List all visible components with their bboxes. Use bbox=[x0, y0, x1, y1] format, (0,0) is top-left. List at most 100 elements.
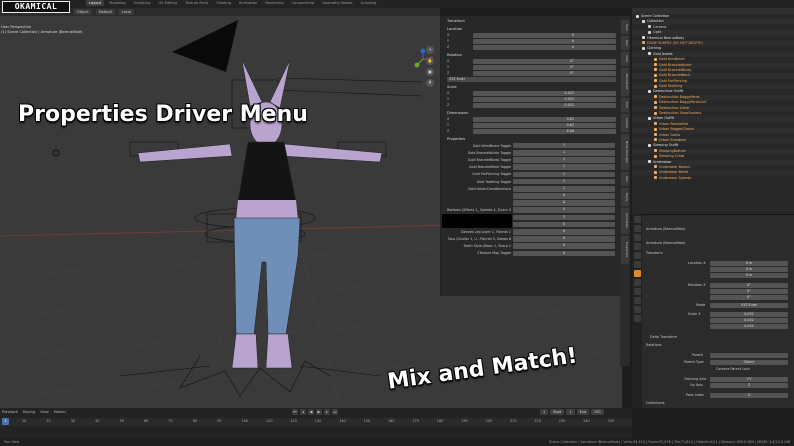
scale-field[interactable]: 0.032 bbox=[473, 102, 616, 108]
prop-parent-type[interactable]: Object bbox=[710, 360, 788, 365]
playhead[interactable]: 1 bbox=[2, 418, 9, 425]
sidebar-tab[interactable]: View bbox=[621, 52, 629, 66]
dimensions-field[interactable]: 0.67 bbox=[473, 122, 616, 128]
output-icon[interactable] bbox=[633, 234, 641, 241]
view-layer-icon[interactable] bbox=[633, 243, 641, 250]
custom-property-value[interactable]: 3 bbox=[513, 214, 615, 221]
dimensions-field[interactable]: 4.81 bbox=[473, 116, 616, 122]
prop-rotation-y[interactable]: 0° bbox=[710, 289, 788, 294]
render-icon[interactable] bbox=[633, 225, 641, 232]
rotation-field[interactable]: 0° bbox=[473, 64, 616, 70]
prop-location-x[interactable]: 0 m bbox=[710, 261, 788, 266]
start-frame-field[interactable]: 1 bbox=[566, 409, 575, 415]
prev-key-icon[interactable]: ◂ bbox=[300, 409, 306, 415]
custom-property-value[interactable]: 1 bbox=[513, 157, 615, 163]
custom-property-value[interactable]: 0 bbox=[513, 229, 615, 235]
custom-property-value[interactable]: 0 bbox=[513, 200, 615, 206]
sidebar-tab[interactable]: Tool bbox=[621, 36, 629, 50]
custom-property-value[interactable]: 1 bbox=[513, 142, 615, 149]
scale-field[interactable]: 0.032 bbox=[473, 90, 616, 96]
data-name-field[interactable]: Armature (BeerusMale) bbox=[646, 241, 685, 245]
physics-icon[interactable] bbox=[633, 288, 641, 295]
workspace-tab[interactable]: Modeling bbox=[106, 0, 128, 6]
hand-icon[interactable]: ✋ bbox=[426, 57, 434, 65]
prop-scale-y[interactable]: 0.032 bbox=[710, 318, 788, 323]
custom-property-value[interactable]: 0 bbox=[513, 236, 615, 242]
workspace-tab[interactable]: Scripting bbox=[357, 0, 379, 6]
rotation-field[interactable]: 0° bbox=[473, 70, 616, 76]
end-frame-field[interactable]: 250 bbox=[591, 409, 604, 415]
custom-property-value[interactable]: 1 bbox=[513, 149, 615, 156]
prop-up-axis[interactable]: Z bbox=[710, 383, 788, 388]
custom-property-value[interactable]: 1 bbox=[513, 185, 615, 192]
location-field[interactable]: 0 bbox=[473, 32, 616, 38]
prop-location-z[interactable]: 0 m bbox=[710, 273, 788, 278]
prop-scale-x[interactable]: 0.032 bbox=[710, 312, 788, 317]
workspace-tab[interactable]: Texture Paint bbox=[182, 0, 211, 6]
modifier-icon[interactable] bbox=[633, 279, 641, 286]
orientation-selector[interactable]: Local bbox=[118, 9, 135, 15]
prop-parent-field[interactable] bbox=[710, 353, 788, 358]
prop-tracking-axis[interactable]: +Y bbox=[710, 377, 788, 382]
timeline-ruler[interactable]: 10 20 30 40 50 60 70 80 90 100 110 120 130 140 150 160 1… bbox=[0, 418, 632, 426]
custom-property-value[interactable]: 1 bbox=[513, 178, 615, 185]
scene-icon[interactable] bbox=[633, 252, 641, 259]
custom-property-value[interactable]: 0 bbox=[513, 207, 615, 214]
next-key-icon[interactable]: ▸ bbox=[324, 409, 330, 415]
transform-header[interactable]: Transform bbox=[441, 18, 622, 24]
timeline-menu-item[interactable]: View bbox=[40, 410, 49, 414]
jump-start-icon[interactable]: ⏮ bbox=[292, 409, 298, 415]
mode-selector[interactable]: Object bbox=[74, 9, 92, 15]
constraint-icon[interactable] bbox=[633, 297, 641, 304]
custom-property-value[interactable]: 0 bbox=[513, 250, 615, 257]
workspace-tab[interactable]: UV Editing bbox=[155, 0, 180, 6]
zoom-icon[interactable]: + bbox=[426, 46, 434, 54]
workspace-tab[interactable]: Animation bbox=[236, 0, 260, 6]
sidebar-tab[interactable]: Create bbox=[621, 114, 629, 133]
grid-icon[interactable]: # bbox=[426, 79, 434, 87]
prop-mode-select[interactable]: XYZ Euler bbox=[710, 303, 788, 308]
workspace-tab[interactable]: Geometry Nodes bbox=[319, 0, 355, 6]
timeline-menu-item[interactable]: Playback bbox=[2, 410, 18, 414]
object-icon[interactable] bbox=[633, 270, 641, 277]
sidebar-tab[interactable]: UVs bbox=[621, 171, 629, 186]
location-field[interactable]: 0 bbox=[473, 38, 616, 44]
custom-property-value[interactable]: 1 bbox=[513, 164, 615, 170]
prop-collections-header[interactable]: Collections bbox=[646, 401, 665, 405]
object-name-field[interactable]: Armature (BeerusMale) bbox=[646, 227, 685, 231]
dimensions-field[interactable]: 6.08 bbox=[473, 128, 616, 134]
prop-delta-transform[interactable]: Delta Transform bbox=[650, 335, 677, 339]
data-icon[interactable] bbox=[633, 306, 641, 313]
sidebar-tab[interactable]: Node Wrangler bbox=[621, 134, 629, 170]
view-menu[interactable]: Default bbox=[95, 9, 115, 15]
play-reverse-icon[interactable]: ◀ bbox=[308, 409, 314, 415]
prop-rotation-z[interactable]: 0° bbox=[710, 295, 788, 300]
scale-field[interactable]: 0.032 bbox=[473, 96, 616, 102]
sidebar-tab[interactable]: BlenderKit bbox=[621, 68, 629, 96]
tool-icon[interactable] bbox=[633, 216, 641, 223]
workspace-tab[interactable]: Shading bbox=[213, 0, 234, 6]
prop-transform-header[interactable]: Transform bbox=[646, 251, 663, 255]
bone-icon[interactable] bbox=[633, 315, 641, 322]
prop-location-y[interactable]: 0 m bbox=[710, 267, 788, 272]
timeline-menu-item[interactable]: Marker bbox=[54, 410, 66, 414]
custom-property-value[interactable]: 0 bbox=[513, 243, 615, 250]
world-icon[interactable] bbox=[633, 261, 641, 268]
sidebar-tab[interactable]: Rigify bbox=[621, 187, 629, 206]
camera-icon[interactable]: ▣ bbox=[426, 68, 434, 76]
jump-end-icon[interactable]: ⏭ bbox=[332, 409, 338, 415]
workspace-tab[interactable]: Sculpting bbox=[131, 0, 154, 6]
workspace-tab[interactable]: Rendering bbox=[262, 0, 286, 6]
current-frame-field[interactable]: 1 bbox=[540, 409, 549, 415]
sidebar-tab[interactable]: Animation bbox=[621, 208, 629, 234]
timeline-menu-item[interactable]: Keying bbox=[23, 410, 35, 414]
workspace-tab[interactable]: Compositing bbox=[289, 0, 318, 6]
custom-property-value[interactable]: 1 bbox=[513, 171, 615, 178]
custom-property-value[interactable]: 0 bbox=[513, 221, 615, 228]
custom-property-value[interactable]: 0 bbox=[513, 193, 615, 199]
prop-camera-parent-lock[interactable]: Camera Parent Lock bbox=[716, 367, 750, 371]
location-field[interactable]: 0 bbox=[473, 44, 616, 50]
sidebar-tab[interactable]: Item bbox=[621, 20, 629, 34]
rotation-field[interactable]: 0° bbox=[473, 58, 616, 64]
play-icon[interactable]: ▶ bbox=[316, 409, 322, 415]
